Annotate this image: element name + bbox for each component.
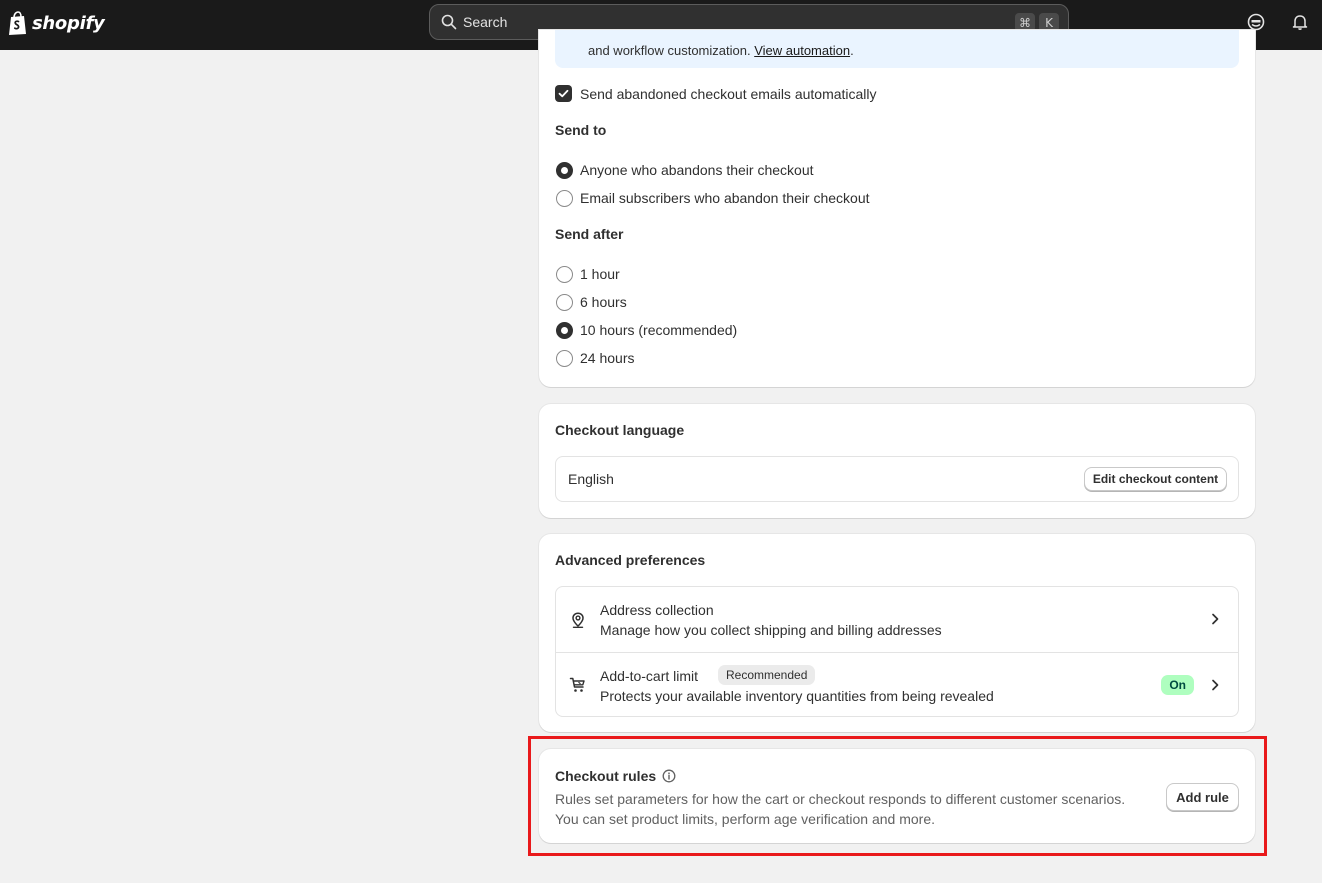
auto-send-label[interactable]: Send abandoned checkout emails automatic…: [580, 86, 877, 102]
automation-info-banner: and workflow customization. View automat…: [555, 30, 1239, 68]
banner-text: and workflow customization. View automat…: [588, 43, 854, 58]
checkout-rules-heading: Checkout rules: [555, 768, 676, 784]
checkmark-icon: [558, 89, 569, 98]
info-icon[interactable]: [662, 769, 676, 783]
status-badge: On: [1161, 675, 1194, 695]
advanced-preferences-title: Advanced preferences: [555, 552, 706, 568]
cart-limit-icon: [569, 677, 585, 692]
language-row: English Edit checkout content: [555, 456, 1239, 502]
checkout-rules-description: Rules set parameters for how the cart or…: [555, 789, 1155, 829]
checkout-rules-card: Checkout rules Rules set parameters for …: [539, 749, 1255, 843]
radio-send-after-1h[interactable]: [556, 266, 573, 283]
shopify-bag-icon: [9, 11, 26, 35]
address-collection-description: Manage how you collect shipping and bill…: [600, 622, 942, 638]
edit-checkout-content-button[interactable]: Edit checkout content: [1084, 467, 1227, 491]
radio-send-to-subscribers[interactable]: [556, 190, 573, 207]
send-to-anyone-label[interactable]: Anyone who abandons their checkout: [580, 162, 814, 178]
notifications-bell-icon[interactable]: [1291, 13, 1309, 31]
checkout-rules-description-line1: Rules set parameters for how the cart or…: [555, 791, 1126, 807]
shopify-logo[interactable]: shopify: [8, 10, 105, 36]
location-pin-icon: [572, 612, 584, 628]
radio-send-after-24h[interactable]: [556, 350, 573, 367]
banner-text-body: and workflow customization.: [588, 43, 751, 58]
radio-send-to-anyone[interactable]: [556, 162, 573, 179]
address-collection-title: Address collection: [600, 602, 714, 618]
search-placeholder: Search: [463, 14, 508, 30]
auto-send-checkbox[interactable]: [555, 85, 572, 102]
send-to-heading: Send to: [555, 122, 607, 138]
radio-send-after-10h[interactable]: [556, 322, 573, 339]
checkout-rules-title: Checkout rules: [555, 768, 657, 784]
checkout-language-title: Checkout language: [555, 422, 685, 438]
address-collection-row[interactable]: Address collection Manage how you collec…: [556, 587, 1238, 652]
send-after-heading: Send after: [555, 226, 624, 242]
checkout-language-card: Checkout language English Edit checkout …: [539, 404, 1255, 518]
advanced-preferences-list: Address collection Manage how you collec…: [555, 586, 1239, 717]
send-to-subscribers-label[interactable]: Email subscribers who abandon their chec…: [580, 190, 870, 206]
add-rule-button[interactable]: Add rule: [1166, 783, 1239, 811]
add-to-cart-limit-description: Protects your available inventory quanti…: [600, 688, 994, 704]
add-to-cart-limit-title: Add-to-cart limit: [600, 668, 699, 684]
send-after-10h-label[interactable]: 10 hours (recommended): [580, 322, 737, 338]
checkout-rules-description-line2: You can set product limits, perform age …: [555, 811, 936, 827]
abandoned-checkout-card: and workflow customization. View automat…: [539, 30, 1255, 387]
recommended-badge: Recommended: [718, 665, 816, 685]
send-after-6h-label[interactable]: 6 hours: [580, 294, 627, 310]
chevron-right-icon: [1212, 679, 1219, 691]
send-after-1h-label[interactable]: 1 hour: [580, 266, 620, 282]
store-switcher-icon[interactable]: [1247, 13, 1265, 31]
view-automation-link[interactable]: View automation: [754, 43, 850, 58]
search-icon: [441, 14, 457, 30]
chevron-right-icon: [1212, 613, 1219, 625]
radio-send-after-6h[interactable]: [556, 294, 573, 311]
send-after-24h-label[interactable]: 24 hours: [580, 350, 634, 366]
advanced-preferences-card: Advanced preferences Address collection …: [539, 534, 1255, 732]
add-to-cart-limit-row[interactable]: Add-to-cart limit Recommended Protects y…: [556, 652, 1238, 717]
language-value: English: [568, 471, 614, 487]
logo-text: shopify: [32, 12, 105, 34]
banner-text-end: .: [850, 43, 854, 58]
